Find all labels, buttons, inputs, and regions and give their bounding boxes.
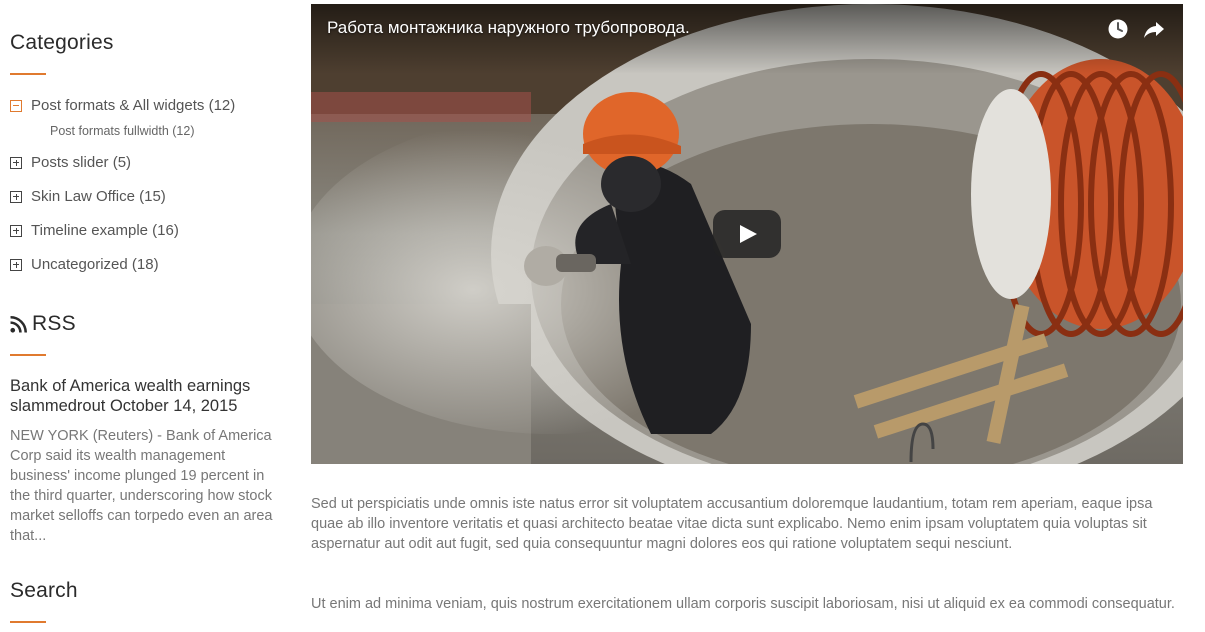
content-paragraph-2: Ut enim ad minima veniam, quis nostrum e… <box>311 596 1175 612</box>
rss-title-rule <box>10 354 46 356</box>
clock-icon[interactable] <box>1107 18 1129 40</box>
minus-box-icon[interactable] <box>10 99 22 112</box>
search-title-rule <box>10 621 46 623</box>
play-button[interactable] <box>713 210 781 258</box>
rss-post-excerpt: NEW YORK (Reuters) - Bank of America Cor… <box>10 428 273 544</box>
video-player[interactable]: Работа монтажника наружного трубопровода… <box>311 4 1183 464</box>
category-item-skin-law-office[interactable]: Skin Law Office (15) <box>10 188 166 205</box>
category-label[interactable]: Uncategorized (18) <box>31 256 159 273</box>
plus-box-icon[interactable] <box>10 224 22 237</box>
categories-title-rule <box>10 73 46 75</box>
video-top-shade <box>311 4 1183 74</box>
category-item-timeline-example[interactable]: Timeline example (16) <box>10 222 179 239</box>
category-label[interactable]: Timeline example (16) <box>31 222 179 239</box>
rss-title-label: RSS <box>32 312 76 335</box>
content-paragraph-1: Sed ut perspiciatis unde omnis iste natu… <box>311 496 1153 552</box>
category-label[interactable]: Post formats & All widgets (12) <box>31 97 235 114</box>
category-label[interactable]: Skin Law Office (15) <box>31 188 166 205</box>
category-item-post-formats[interactable]: Post formats & All widgets (12) <box>10 97 235 114</box>
plus-box-icon[interactable] <box>10 190 22 203</box>
category-item-posts-slider[interactable]: Posts slider (5) <box>10 154 131 171</box>
share-icon[interactable] <box>1143 18 1165 40</box>
category-item-uncategorized[interactable]: Uncategorized (18) <box>10 256 159 273</box>
plus-box-icon[interactable] <box>10 156 22 169</box>
plus-box-icon[interactable] <box>10 258 22 271</box>
category-subitem-post-formats-fullwidth[interactable]: Post formats fullwidth (12) <box>50 124 195 138</box>
rss-post-title[interactable]: Bank of America wealth earnings slammedr… <box>10 376 280 416</box>
rss-title: RSS <box>10 312 76 336</box>
categories-title: Categories <box>10 31 114 54</box>
search-title: Search <box>10 579 78 602</box>
video-title[interactable]: Работа монтажника наружного трубопровода… <box>327 18 690 38</box>
category-label[interactable]: Posts slider (5) <box>31 154 131 171</box>
rss-icon <box>10 315 27 333</box>
